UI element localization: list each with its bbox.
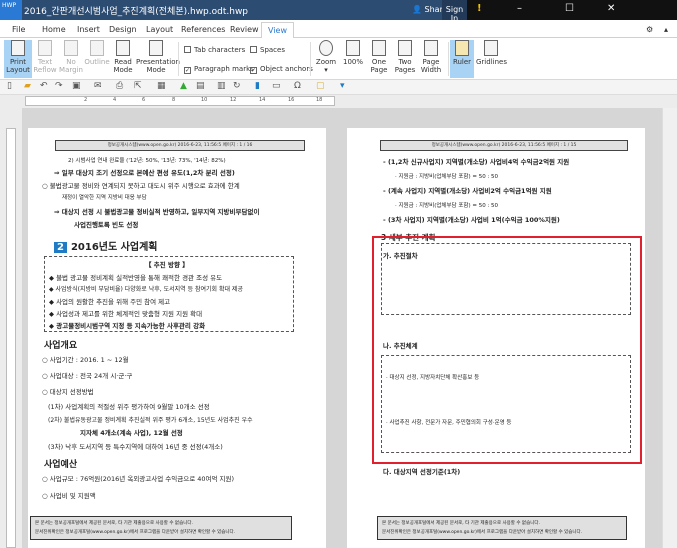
tab-characters-checkbox[interactable]: Tab characters <box>184 46 245 54</box>
print-icon[interactable]: ⎙ <box>116 81 123 91</box>
zoom-100-button[interactable]: 100% <box>340 40 366 78</box>
gridlines-icon <box>484 40 498 56</box>
page-header: 정보공개시스템(www.open.go.kr) 2016-6-23, 11:56… <box>55 140 305 151</box>
settings-gear-icon[interactable]: ⚙ <box>646 25 653 34</box>
outline-button[interactable]: Outline <box>84 40 110 78</box>
ruler-toggle[interactable]: Ruler <box>450 40 474 78</box>
tab-file[interactable]: File <box>12 25 25 34</box>
vertical-ruler[interactable] <box>0 108 22 548</box>
paragraph-marks-checkbox[interactable]: ✓ Paragraph marks <box>184 65 254 74</box>
page-footer: 본 문서는 정보공개포털에서 제공된 문서로, 타 기관 제출용으로 사용할 수… <box>30 516 292 540</box>
chart-icon[interactable]: ▮ <box>255 81 260 91</box>
redo-icon[interactable]: ↷ <box>55 81 63 91</box>
symbol-icon[interactable]: Ω <box>294 81 301 91</box>
spaces-checkbox[interactable]: Spaces <box>250 46 285 54</box>
tab-insert[interactable]: Insert <box>77 25 100 34</box>
window-title: 2016_간판개선시범사업_추진계획(전체본).hwp.odt.hwp <box>24 7 249 17</box>
close-button[interactable]: ✕ <box>607 3 615 14</box>
magnifier-icon <box>319 40 333 56</box>
field-icon[interactable]: ▭ <box>272 81 281 91</box>
page-width-button[interactable]: Page Width <box>419 40 443 78</box>
object-anchors-checkbox[interactable]: ✓ Object anchors <box>250 65 313 74</box>
no-margin-button[interactable]: No Margin <box>58 40 84 78</box>
customize-toolbar-icon[interactable]: ▾ <box>340 81 345 91</box>
document-page-1[interactable]: 정보공개시스템(www.open.go.kr) 2016-6-23, 11:56… <box>28 128 326 548</box>
no-margin-icon <box>64 40 78 56</box>
sign-in-button[interactable]: Sign In <box>442 0 467 23</box>
select-icon[interactable]: ⇱ <box>134 81 142 91</box>
maximize-button[interactable]: ☐ <box>565 3 574 14</box>
horizontal-ruler[interactable]: 2 4 6 8 10 12 14 16 18 <box>0 95 677 108</box>
undo-icon[interactable]: ↶ <box>40 81 48 91</box>
outline-icon <box>90 40 104 56</box>
tab-view[interactable]: View <box>261 22 294 39</box>
direction-box: 【 추진 방향 】 ◆ 불법 광고물 정비계획 실적반영을 통해 쾌적한 경관 … <box>44 256 294 332</box>
textbox-icon[interactable]: ▤ <box>196 81 205 91</box>
memo-icon[interactable]: ▢ <box>316 81 325 91</box>
presentation-mode-button[interactable]: Presentation Mode <box>136 40 180 78</box>
text-reflow-button[interactable]: Text Reflow <box>32 40 58 78</box>
two-pages-button[interactable]: Two Pages <box>393 40 417 78</box>
ribbon-tabs: File Home Insert Design Layout Reference… <box>0 20 677 39</box>
ruler-icon <box>455 40 469 56</box>
mail-icon[interactable]: ✉ <box>94 81 102 91</box>
two-pages-icon <box>398 40 412 56</box>
gridlines-toggle[interactable]: Gridlines <box>476 40 507 78</box>
save-icon[interactable]: ▣ <box>72 81 81 91</box>
minimize-button[interactable]: – <box>517 3 522 14</box>
tab-layout[interactable]: Layout <box>146 25 173 34</box>
page-header: 정보공개시스템(www.open.go.kr) 2016-6-23, 11:56… <box>380 140 628 151</box>
print-layout-icon <box>11 40 25 56</box>
window-controls: ! – ☐ ✕ <box>467 0 677 20</box>
page-width-icon <box>424 40 438 56</box>
read-mode-button[interactable]: Read Mode <box>110 40 136 78</box>
app-logo: HWP <box>0 0 22 20</box>
quick-toolbar: ▯ ▰ ↶ ↷ ▣ ✉ ⎙ ⇱ ▦ ▲ ▤ ▥ ↻ ▮ ▭ Ω ▢ ▾ <box>0 80 677 95</box>
collapse-ribbon-icon[interactable]: ▴ <box>664 25 668 34</box>
image-icon[interactable]: ▲ <box>180 81 187 91</box>
presentation-icon <box>149 40 163 56</box>
ribbon: Print Layout Text Reflow No Margin Outline … <box>0 38 677 80</box>
vertical-scrollbar[interactable] <box>662 108 677 548</box>
tab-references[interactable]: References <box>181 25 225 34</box>
highlight-rectangle <box>372 236 642 464</box>
tab-design[interactable]: Design <box>109 25 137 34</box>
shape-icon[interactable]: ▥ <box>217 81 226 91</box>
zoom-button[interactable]: Zoom ▾ <box>314 40 338 78</box>
open-icon[interactable]: ▰ <box>24 81 31 91</box>
section-heading: 2 2016년도 사업계획 <box>54 238 157 253</box>
page-footer: 본 문서는 정보공개포털에서 제공된 문서로, 타 기관 제출용으로 사용할 수… <box>377 516 627 540</box>
one-page-icon <box>372 40 386 56</box>
tab-review[interactable]: Review <box>230 25 259 34</box>
print-layout-button[interactable]: Print Layout <box>4 40 32 78</box>
rotate-icon[interactable]: ↻ <box>233 81 241 91</box>
new-icon[interactable]: ▯ <box>7 81 12 91</box>
warning-icon[interactable]: ! <box>477 3 482 14</box>
zoom-100-icon <box>346 40 360 56</box>
title-bar: HWP 2016_간판개선시범사업_추진계획(전체본).hwp.odt.hwp … <box>0 0 677 23</box>
read-mode-icon <box>116 40 130 56</box>
table-icon[interactable]: ▦ <box>157 81 166 91</box>
text-reflow-icon <box>38 40 52 56</box>
one-page-button[interactable]: One Page <box>367 40 391 78</box>
tab-home[interactable]: Home <box>42 25 66 34</box>
